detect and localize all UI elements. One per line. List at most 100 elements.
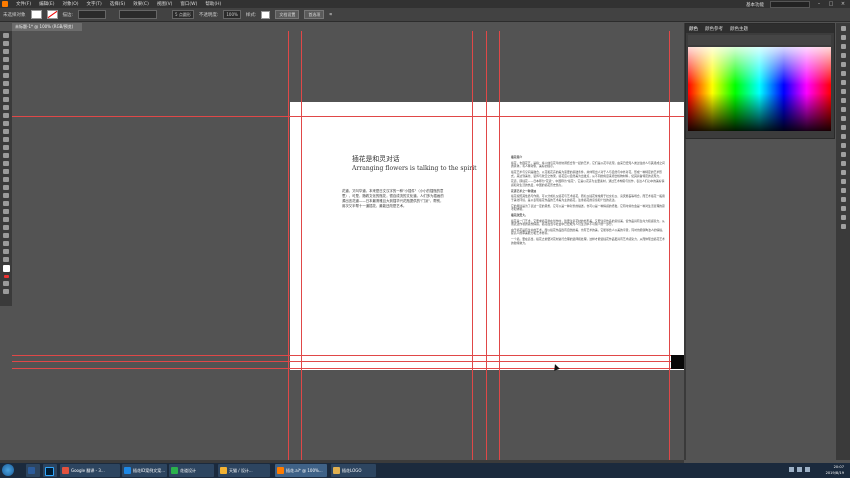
guide-horizontal[interactable] xyxy=(12,355,684,356)
menu-view[interactable]: 视图(V) xyxy=(157,1,173,7)
guide-vertical[interactable] xyxy=(288,31,289,461)
direct-selection-tool-icon[interactable] xyxy=(3,41,9,46)
guide-horizontal[interactable] xyxy=(12,368,684,369)
menu-effect[interactable]: 效果(C) xyxy=(133,1,149,7)
eyedropper-tool-icon[interactable] xyxy=(3,201,9,206)
rectangle-tool-icon[interactable] xyxy=(3,97,9,102)
lasso-tool-icon[interactable] xyxy=(3,57,9,62)
style-swatch[interactable] xyxy=(261,10,271,19)
tab-color[interactable]: 颜色 xyxy=(689,26,698,32)
menu-window[interactable]: 窗口(W) xyxy=(180,1,197,7)
perspective-grid-tool-icon[interactable] xyxy=(3,177,9,182)
network-icon[interactable] xyxy=(789,467,794,472)
color-sliders-row[interactable] xyxy=(688,35,831,45)
maximize-button[interactable]: □ xyxy=(828,2,834,7)
menu-object[interactable]: 对象(O) xyxy=(62,1,78,7)
stroke-color-icon[interactable] xyxy=(3,275,9,278)
rotate-tool-icon[interactable] xyxy=(3,137,9,142)
input-method-icon[interactable] xyxy=(805,467,810,472)
line-tool-icon[interactable] xyxy=(3,89,9,94)
artboard[interactable]: 插花是和灵对话 Arranging flowers is talking to … xyxy=(290,102,684,370)
links-icon[interactable] xyxy=(840,179,846,184)
layers-icon[interactable] xyxy=(840,35,846,40)
opentype-icon[interactable] xyxy=(840,143,846,148)
document-tab[interactable]: 未标题-1* @ 100% (RGB/预览) xyxy=(12,23,82,31)
menu-edit[interactable]: 编辑(E) xyxy=(39,1,54,7)
menu-select[interactable]: 选择(S) xyxy=(110,1,125,7)
width-tool-icon[interactable] xyxy=(3,153,9,158)
tab-color-guide[interactable]: 颜色参考 xyxy=(705,26,723,32)
graphic-styles-icon[interactable] xyxy=(840,116,846,121)
guide-horizontal[interactable] xyxy=(12,116,684,117)
selection-tool-icon[interactable] xyxy=(3,33,9,38)
column-graph-tool-icon[interactable] xyxy=(3,225,9,230)
pen-tool-icon[interactable] xyxy=(3,65,9,70)
eraser-tool-icon[interactable] xyxy=(3,129,9,134)
taskbar-item[interactable]: 插花LOGO xyxy=(331,464,376,477)
workspace-switcher[interactable]: 基本功能 xyxy=(746,2,764,8)
taskbar-item[interactable]: 插花ID案例文案... xyxy=(122,464,167,477)
mesh-tool-icon[interactable] xyxy=(3,185,9,190)
properties-icon[interactable] xyxy=(840,26,846,31)
search-input[interactable] xyxy=(770,1,810,8)
menu-type[interactable]: 文字(T) xyxy=(87,1,102,7)
scale-tool-icon[interactable] xyxy=(3,145,9,150)
appearance-icon[interactable] xyxy=(840,107,846,112)
blend-tool-icon[interactable] xyxy=(3,209,9,214)
libraries-icon[interactable] xyxy=(840,44,846,49)
clock[interactable]: 20:07 2019/8/19 xyxy=(826,464,844,476)
symbols-icon[interactable] xyxy=(840,71,846,76)
curvature-tool-icon[interactable] xyxy=(3,73,9,78)
volume-icon[interactable] xyxy=(797,467,802,472)
arrange-icon[interactable]: ⌗ xyxy=(329,12,332,18)
guide-vertical[interactable] xyxy=(486,31,487,461)
taskbar-item-active[interactable]: 插花.ai* @ 100%... xyxy=(275,464,327,477)
transform-icon[interactable] xyxy=(840,152,846,157)
stroke-swatch[interactable] xyxy=(46,10,58,19)
start-button[interactable] xyxy=(2,464,14,476)
taskbar-item[interactable] xyxy=(43,464,57,477)
magic-wand-tool-icon[interactable] xyxy=(3,49,9,54)
canvas-area[interactable]: 插花是和灵对话 Arranging flowers is talking to … xyxy=(12,31,684,461)
pathfinder-icon[interactable] xyxy=(840,170,846,175)
artboard-tool-icon[interactable] xyxy=(3,233,9,238)
character-icon[interactable] xyxy=(840,125,846,130)
draw-mode-icon[interactable] xyxy=(3,281,9,286)
opacity-field[interactable]: 100% xyxy=(223,10,241,19)
brushes-icon[interactable] xyxy=(840,62,846,67)
heading-chinese[interactable]: 插花是和灵对话 xyxy=(352,153,400,163)
guide-vertical[interactable] xyxy=(499,31,500,461)
guide-vertical[interactable] xyxy=(301,31,302,461)
gradient-icon[interactable] xyxy=(840,89,846,94)
guide-vertical[interactable] xyxy=(472,31,473,461)
taskbar-item[interactable]: 天猫 / 设计... xyxy=(218,464,270,477)
black-rectangle[interactable] xyxy=(671,355,684,369)
tab-color-themes[interactable]: 颜色主题 xyxy=(730,26,748,32)
screen-mode-icon[interactable] xyxy=(3,289,9,294)
close-button[interactable]: × xyxy=(840,2,846,7)
taskbar-item[interactable]: Google 翻译 - 3... xyxy=(60,464,120,477)
symbol-sprayer-tool-icon[interactable] xyxy=(3,217,9,222)
asset-export-icon[interactable] xyxy=(840,197,846,202)
brush-dropdown[interactable]: 5 点圆形 xyxy=(172,10,194,19)
intro-paragraph[interactable]: 花道，又叫华道，本来是日文汉字的一种"小插件"（小小的插瓶的意思），可是，随着文… xyxy=(342,189,444,209)
navigator-icon[interactable] xyxy=(840,215,846,220)
align-icon[interactable] xyxy=(840,161,846,166)
preferences-button[interactable]: 首选项 xyxy=(304,10,325,19)
right-text-column[interactable]: 插花简介 插花，也称花艺，是指：将人体与花草的协调结合到一起的艺术，它们是以花草… xyxy=(511,155,666,247)
free-transform-tool-icon[interactable] xyxy=(3,161,9,166)
fill-swatch[interactable] xyxy=(30,10,42,19)
menu-help[interactable]: 帮助(H) xyxy=(205,1,221,7)
type-tool-icon[interactable] xyxy=(3,81,9,86)
document-setup-button[interactable]: 文档设置 xyxy=(275,10,300,19)
shape-builder-tool-icon[interactable] xyxy=(3,169,9,174)
taskbar-item[interactable] xyxy=(26,464,40,477)
guide-vertical[interactable] xyxy=(669,31,670,461)
swatches-icon[interactable] xyxy=(840,53,846,58)
slice-tool-icon[interactable] xyxy=(3,241,9,246)
info-icon[interactable] xyxy=(840,224,846,229)
minimize-button[interactable]: – xyxy=(816,2,822,7)
menu-file[interactable]: 文件(F) xyxy=(16,1,31,7)
transparency-icon[interactable] xyxy=(840,98,846,103)
stroke-weight-dropdown[interactable] xyxy=(78,10,107,19)
